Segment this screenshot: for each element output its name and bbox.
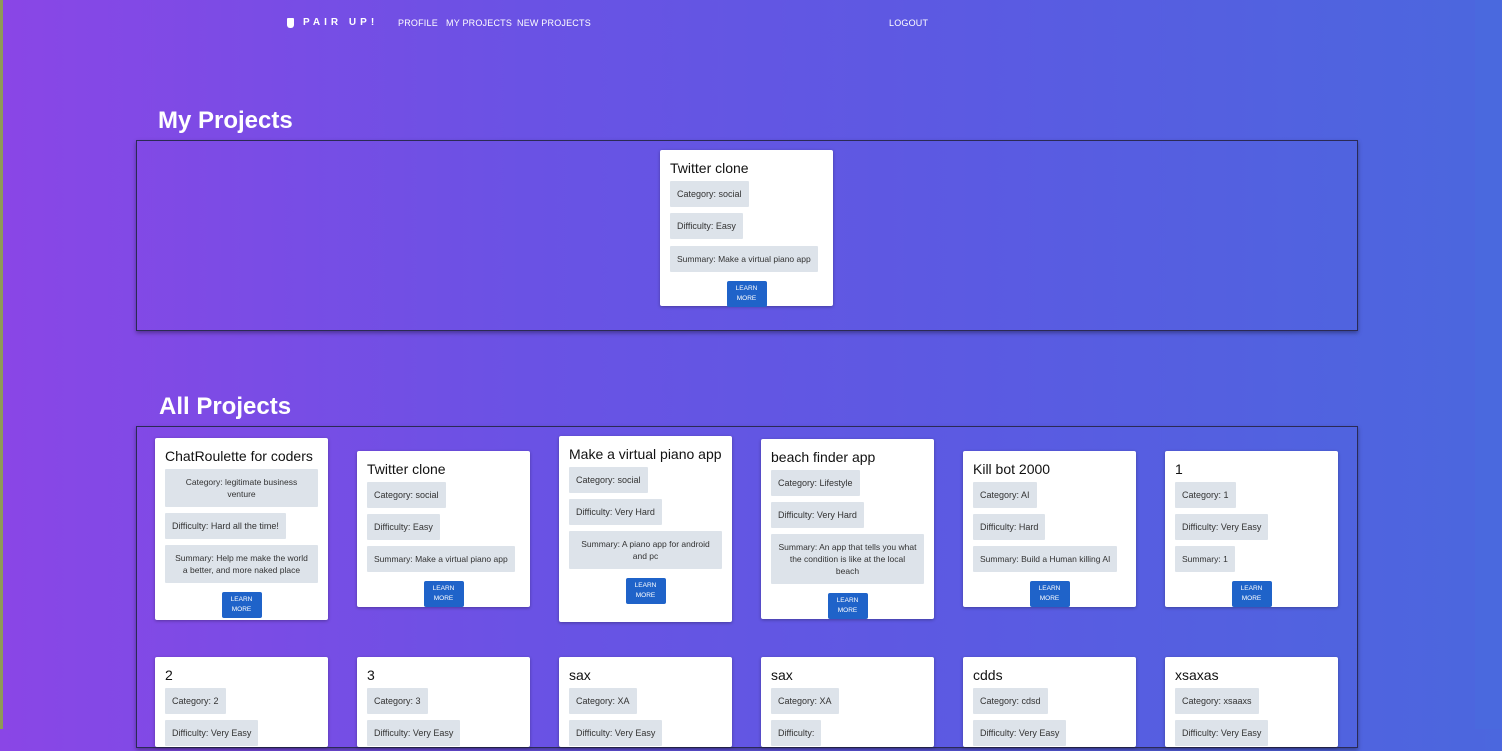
project-difficulty: Difficulty: Very Easy [1175, 720, 1269, 746]
project-difficulty: Difficulty: Very Easy [973, 720, 1067, 746]
project-summary: Summary: Help me make the world a better… [165, 545, 318, 583]
project-category: Category: XA [771, 688, 839, 714]
learn-more-button[interactable]: LEARN MORE [221, 592, 262, 618]
project-difficulty: Difficulty: Very Hard [771, 502, 864, 528]
top-nav: PAIR UP! PROFILE MY PROJECTS NEW PROJECT… [0, 0, 1502, 46]
learn-more-button[interactable]: LEARN MORE [726, 281, 767, 307]
project-title: Make a virtual piano app [569, 446, 722, 462]
project-category: Category: xsaaxs [1175, 688, 1259, 714]
project-title: Kill bot 2000 [973, 461, 1051, 477]
project-category: Category: cdsd [973, 688, 1048, 714]
window-edge [0, 0, 3, 729]
project-difficulty: Difficulty: Easy [670, 213, 743, 239]
cup-icon [287, 17, 294, 28]
project-title: ChatRoulette for coders [165, 448, 313, 464]
window-edge-right [1475, 0, 1502, 729]
project-difficulty: Difficulty: Easy [367, 514, 440, 540]
learn-more-button[interactable]: LEARN MORE [827, 593, 868, 619]
project-title: Twitter clone [367, 461, 446, 477]
logout-link[interactable]: LOGOUT [889, 18, 928, 28]
project-card: ChatRoulette for coders Category: legiti… [155, 438, 328, 620]
project-card: Kill bot 2000 Category: AI Difficulty: H… [963, 451, 1136, 607]
project-category: Category: 3 [367, 688, 428, 714]
project-difficulty: Difficulty: Very Easy [1175, 514, 1269, 540]
project-difficulty: Difficulty: Very Easy [367, 720, 461, 746]
project-title: 2 [165, 667, 173, 683]
project-summary: Summary: 1 [1175, 546, 1235, 572]
project-card: 1 Category: 1 Difficulty: Very Easy Summ… [1165, 451, 1338, 607]
project-category: Category: 2 [165, 688, 226, 714]
project-difficulty: Difficulty: Very Hard [569, 499, 662, 525]
project-category: Category: social [569, 467, 648, 493]
learn-more-button[interactable]: LEARN MORE [423, 581, 464, 607]
project-category: Category: legitimate business venture [165, 469, 318, 507]
project-difficulty: Difficulty: Hard [973, 514, 1046, 540]
project-category: Category: Lifestyle [771, 470, 860, 496]
project-title: sax [569, 667, 591, 683]
brand-logo[interactable]: PAIR UP! [287, 17, 378, 28]
project-difficulty: Difficulty: Very Easy [569, 720, 663, 746]
project-title: sax [771, 667, 793, 683]
project-card: cdds Category: cdsd Difficulty: Very Eas… [963, 657, 1136, 747]
learn-more-button[interactable]: LEARN MORE [1029, 581, 1070, 607]
nav-link-my-projects[interactable]: MY PROJECTS [446, 18, 512, 28]
project-category: Category: social [367, 482, 446, 508]
all-projects-heading: All Projects [159, 393, 292, 420]
project-title: 3 [367, 667, 375, 683]
project-title: beach finder app [771, 449, 876, 465]
project-card: Twitter clone Category: social Difficult… [357, 451, 530, 607]
project-summary: Summary: Make a virtual piano app [367, 546, 515, 572]
project-card: sax Category: XA Difficulty: Very Easy [559, 657, 732, 747]
project-card: sax Category: XA Difficulty: [761, 657, 934, 747]
project-category: Category: XA [569, 688, 637, 714]
project-card: 2 Category: 2 Difficulty: Very Easy [155, 657, 328, 747]
project-difficulty: Difficulty: Hard all the time! [165, 513, 286, 539]
nav-link-new-projects[interactable]: NEW PROJECTS [517, 18, 591, 28]
project-title: 1 [1175, 461, 1183, 477]
project-card: xsaxas Category: xsaaxs Difficulty: Very… [1165, 657, 1338, 747]
project-summary: Summary: Make a virtual piano app [670, 246, 818, 272]
project-card: beach finder app Category: Lifestyle Dif… [761, 439, 934, 619]
project-card: Twitter clone Category: social Difficult… [660, 150, 833, 307]
project-title: xsaxas [1175, 667, 1219, 683]
project-difficulty: Difficulty: [771, 720, 822, 746]
project-category: Category: AI [973, 482, 1037, 508]
project-card: 3 Category: 3 Difficulty: Very Easy [357, 657, 530, 747]
learn-more-button[interactable]: LEARN MORE [1231, 581, 1272, 607]
project-summary: Summary: Build a Human killing AI [973, 546, 1118, 572]
project-category: Category: 1 [1175, 482, 1236, 508]
project-summary: Summary: An app that tells you what the … [771, 534, 924, 584]
project-category: Category: social [670, 181, 749, 207]
learn-more-button[interactable]: LEARN MORE [625, 578, 666, 604]
my-projects-heading: My Projects [158, 107, 293, 134]
project-title: Twitter clone [670, 160, 749, 176]
project-summary: Summary: A piano app for android and pc [569, 531, 722, 569]
all-projects-panel: ChatRoulette for coders Category: legiti… [136, 426, 1358, 748]
project-card: Make a virtual piano app Category: socia… [559, 436, 732, 622]
project-difficulty: Difficulty: Very Easy [165, 720, 259, 746]
my-projects-panel: Twitter clone Category: social Difficult… [136, 140, 1358, 331]
brand-name: PAIR UP! [303, 17, 379, 28]
nav-link-profile[interactable]: PROFILE [398, 18, 438, 28]
project-title: cdds [973, 667, 1003, 683]
